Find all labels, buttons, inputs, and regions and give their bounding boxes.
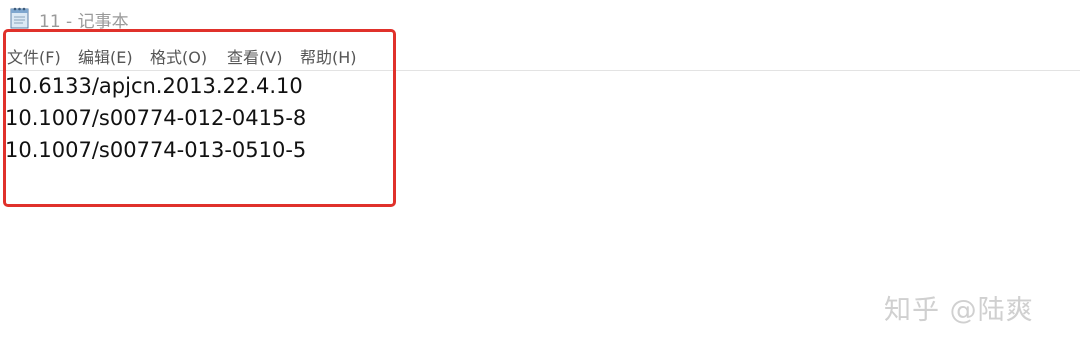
window-title: 11 - 记事本	[39, 12, 129, 32]
notepad-icon	[10, 7, 29, 29]
title-bar[interactable]: 11 - 记事本	[0, 0, 1080, 36]
menu-edit[interactable]: 编辑(E)	[78, 44, 133, 68]
menu-view[interactable]: 查看(V)	[227, 44, 282, 68]
text-line: 10.1007/s00774-012-0415-8	[5, 106, 307, 130]
watermark: 知乎 @陆爽	[884, 295, 1034, 326]
menu-format[interactable]: 格式(O)	[150, 44, 207, 68]
menu-help[interactable]: 帮助(H)	[300, 44, 357, 68]
menu-file[interactable]: 文件(F)	[7, 44, 61, 68]
menu-bar: 文件(F) 编辑(E) 格式(O) 查看(V) 帮助(H)	[0, 40, 1080, 71]
text-line: 10.1007/s00774-013-0510-5	[5, 138, 307, 162]
text-line: 10.6133/apjcn.2013.22.4.10	[5, 74, 303, 98]
